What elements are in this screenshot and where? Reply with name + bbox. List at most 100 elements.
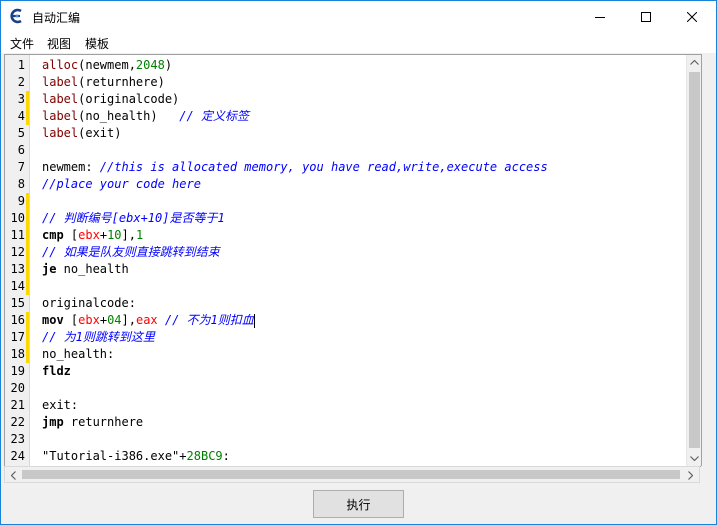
code-line[interactable]: je no_health (42, 261, 129, 278)
line-number: 16 (10, 313, 25, 327)
menu-template[interactable]: 模板 (85, 35, 109, 52)
code-line[interactable]: label(originalcode) (42, 91, 179, 108)
code-line[interactable]: cmp [ebx+10],1 (42, 227, 143, 244)
changed-line-marker (26, 108, 29, 125)
scroll-up-arrow[interactable] (687, 55, 701, 70)
changed-line-marker (26, 278, 29, 295)
menu-file[interactable]: 文件 (10, 35, 34, 52)
menu-bar: 文件 视图 模板 (1, 32, 716, 53)
code-editor[interactable]: 1 2 3 4 5 6 7 8 9 10 11 12 13 14 15 16 17 18 19 20 21 22 23 24 … (4, 54, 702, 467)
scroll-down-arrow[interactable] (687, 451, 701, 466)
code-token: cmp (42, 228, 64, 242)
maximize-icon (641, 11, 651, 22)
code-line[interactable]: alloc(newmem,2048) (42, 57, 172, 74)
vertical-scrollbar[interactable] (686, 55, 701, 466)
changed-line-marker (26, 210, 29, 227)
code-token: label (42, 126, 79, 140)
changed-line-marker (26, 261, 29, 278)
window-title: 自动汇编 (32, 11, 81, 25)
code-line[interactable]: mov [ebx+04],eax // 不为1则扣血 (42, 312, 255, 329)
code-token: 1 (135, 228, 144, 242)
gutter-row: 12 (5, 244, 29, 261)
gutter-row: 19 (5, 363, 29, 380)
code-line[interactable]: originalcode: (42, 295, 136, 312)
code-token: // 为1则跳转到这里 (42, 330, 155, 344)
code-line[interactable]: exit: (42, 397, 78, 414)
code-line[interactable]: // 判断编号[ebx+10]是否等于1 (42, 210, 225, 227)
line-number: 11 (10, 228, 25, 242)
gutter-row: 23 (5, 431, 29, 448)
gutter-row: 1 (5, 57, 29, 74)
chevron-down-icon (690, 456, 699, 461)
line-number: 2 (17, 75, 25, 89)
gutter-row: 3 (5, 91, 29, 108)
line-number: 18 (10, 347, 25, 361)
gutter-row: 17 (5, 329, 29, 346)
horizontal-scrollbar[interactable] (4, 466, 700, 483)
gutter-row: 14 (5, 278, 29, 295)
gutter-row: 6 (5, 142, 29, 159)
line-number: 12 (10, 245, 25, 259)
code-token: + (99, 228, 108, 242)
code-line[interactable]: no_health: (42, 346, 114, 363)
code-line[interactable]: label(returnhere) (42, 74, 165, 91)
changed-line-marker (26, 346, 29, 363)
gutter-row: 18 (5, 346, 29, 363)
line-number: 10 (10, 211, 25, 225)
line-number: 22 (10, 415, 25, 429)
changed-line-marker (26, 91, 29, 108)
gutter-row: 5 (5, 125, 29, 142)
gutter-row: 10 (5, 210, 29, 227)
code-token: "Tutorial-i386.exe" (42, 449, 180, 463)
gutter-row: 4 (5, 108, 29, 125)
title-bar[interactable]: 自动汇编 (1, 1, 716, 32)
code-token: ebx (78, 313, 100, 327)
minimize-icon (595, 16, 605, 18)
code-token: label (42, 75, 79, 89)
code-token: label (42, 109, 79, 123)
code-token: ], (121, 313, 136, 327)
line-number: 15 (10, 296, 25, 310)
code-line[interactable]: fldz (42, 363, 71, 380)
changed-line-marker (26, 227, 29, 244)
code-token: label (42, 92, 79, 106)
maximize-button[interactable] (623, 1, 669, 32)
code-line[interactable]: // 如果是队友则直接跳转到结束 (42, 244, 220, 261)
menu-view[interactable]: 视图 (47, 35, 71, 52)
scroll-left-arrow[interactable] (6, 468, 21, 483)
code-line[interactable]: // 为1则跳转到这里 (42, 329, 155, 346)
minimize-button[interactable] (577, 1, 623, 32)
code-line[interactable]: //place your code here (42, 176, 201, 193)
line-number: 13 (10, 262, 25, 276)
code-token: (no_health) (78, 109, 180, 123)
scroll-right-arrow[interactable] (683, 468, 698, 483)
line-number: 7 (17, 160, 25, 174)
execute-button[interactable]: 执行 (313, 490, 404, 518)
line-number: 23 (10, 432, 25, 446)
line-number: 8 (17, 177, 25, 191)
code-token: je (42, 262, 57, 276)
code-line[interactable]: label(no_health) // 定义标签 (42, 108, 249, 125)
gutter-row: 7 (5, 159, 29, 176)
code-line[interactable]: jmp returnhere (42, 414, 143, 431)
changed-line-marker (26, 329, 29, 346)
line-number: 14 (10, 279, 25, 293)
code-area[interactable]: alloc(newmem,2048) label(returnhere) label… (42, 55, 685, 466)
close-button[interactable] (669, 1, 715, 32)
chevron-left-icon (11, 471, 16, 480)
gutter-row: 9 (5, 193, 29, 210)
gutter-row: 11 (5, 227, 29, 244)
code-token: no_health: (42, 347, 115, 361)
vertical-scroll-thumb[interactable] (689, 72, 700, 448)
horizontal-scroll-thumb[interactable] (22, 470, 680, 479)
code-token: + (99, 313, 108, 327)
size-grip[interactable] (701, 466, 716, 483)
gutter-row: 24 (5, 448, 29, 465)
code-token: ) (164, 58, 173, 72)
code-line[interactable]: newmem: //this is allocated memory, you … (42, 159, 548, 176)
code-line[interactable]: label(exit) (42, 125, 121, 142)
code-token: jmp (42, 415, 64, 429)
chevron-right-icon (688, 471, 693, 480)
line-number: 20 (10, 381, 25, 395)
code-line[interactable]: "Tutorial-i386.exe"+28BC9: (42, 448, 230, 465)
